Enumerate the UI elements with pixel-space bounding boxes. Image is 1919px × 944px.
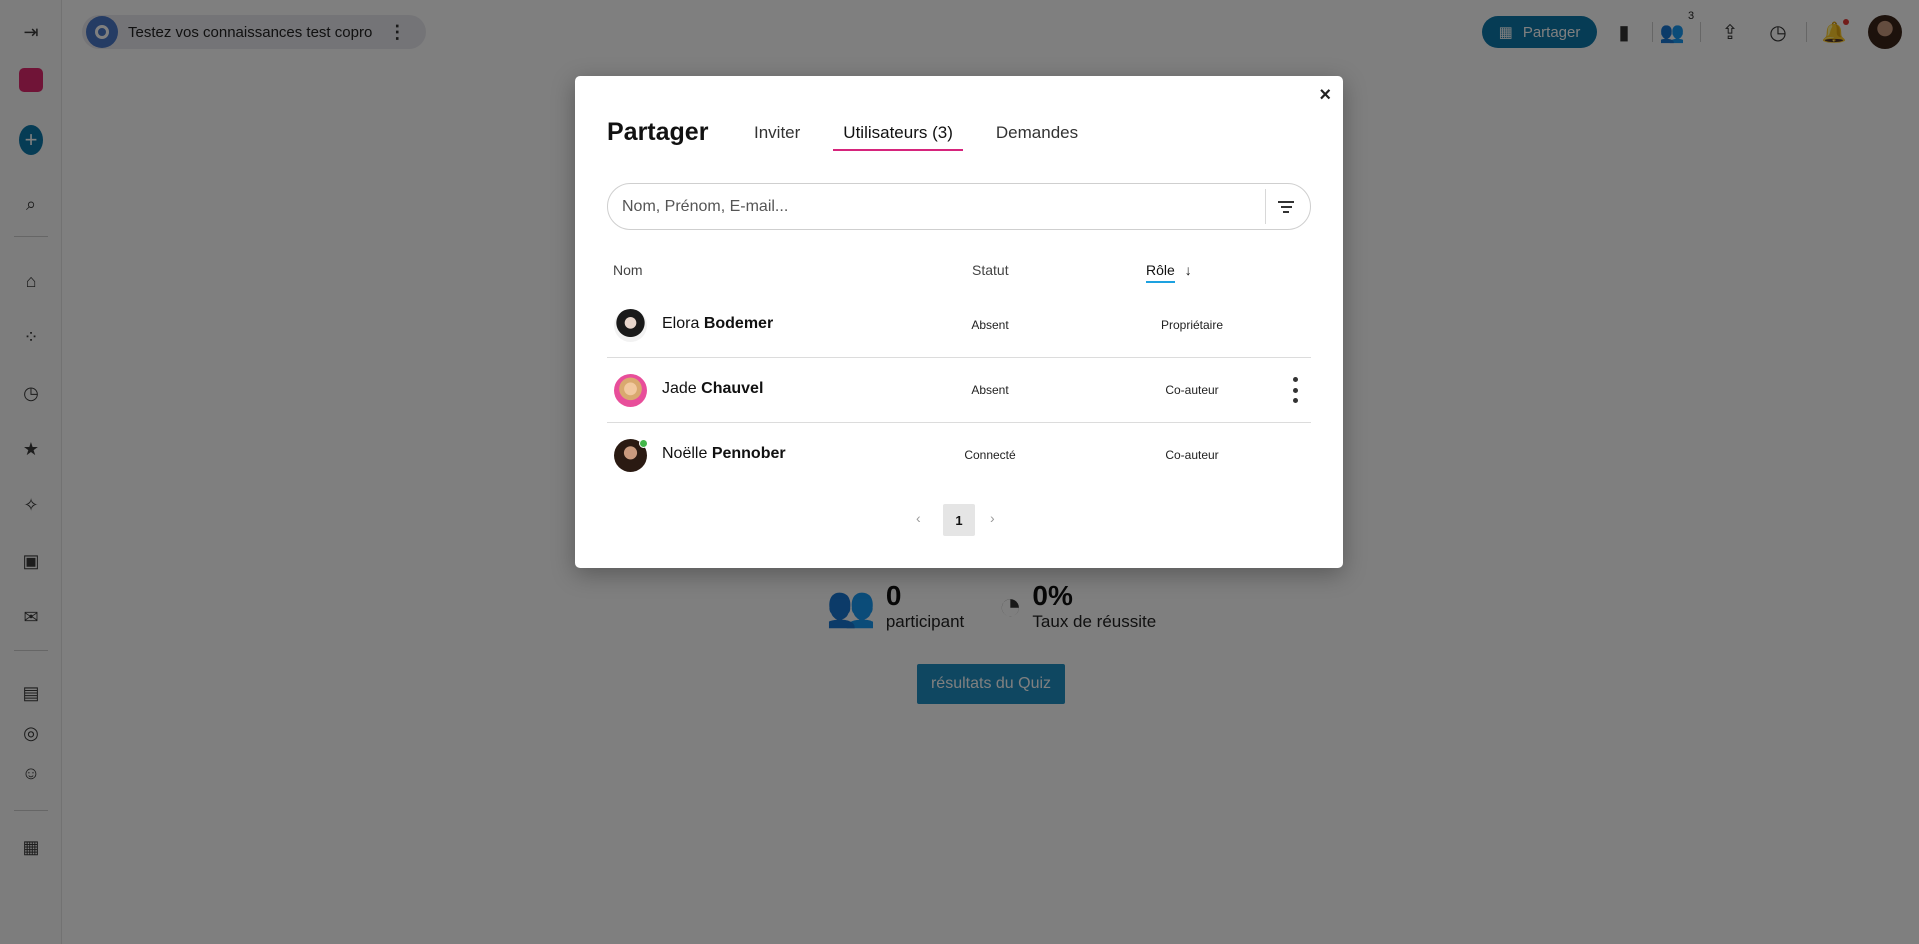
user-name: Jade Chauvel bbox=[662, 380, 764, 397]
online-status-dot bbox=[639, 439, 648, 448]
share-dialog: × Partager Inviter Utilisateurs (3) Dema… bbox=[575, 76, 1343, 568]
close-icon[interactable]: × bbox=[1319, 84, 1331, 107]
user-name: Elora Bodemer bbox=[662, 315, 774, 332]
dialog-title: Partager bbox=[607, 118, 709, 146]
more-options-icon[interactable] bbox=[1288, 377, 1302, 403]
avatar bbox=[614, 309, 647, 342]
pagination: ‹ 1 › bbox=[575, 504, 1343, 536]
user-role: Co-auteur bbox=[1165, 383, 1219, 397]
column-header-name[interactable]: Nom bbox=[613, 262, 643, 278]
user-name: Noëlle Pennober bbox=[662, 445, 786, 462]
column-header-status[interactable]: Statut bbox=[972, 262, 1009, 278]
previous-page-icon[interactable]: ‹ bbox=[916, 510, 921, 526]
column-header-role[interactable]: Rôle ↓ bbox=[1146, 262, 1192, 278]
filter-icon[interactable] bbox=[1274, 195, 1298, 219]
user-role: Co-auteur bbox=[1165, 448, 1219, 462]
tab-invite[interactable]: Inviter bbox=[744, 123, 810, 151]
sort-indicator bbox=[1146, 281, 1175, 283]
user-status: Absent bbox=[971, 383, 1009, 397]
sort-arrow-down-icon: ↓ bbox=[1184, 262, 1192, 278]
user-row[interactable]: Jade Chauvel Absent Co-auteur bbox=[607, 358, 1311, 423]
current-page[interactable]: 1 bbox=[943, 504, 975, 536]
tab-users[interactable]: Utilisateurs (3) bbox=[833, 123, 963, 151]
user-row[interactable]: Elora Bodemer Absent Propriétaire bbox=[607, 293, 1311, 358]
avatar bbox=[614, 374, 647, 407]
tab-requests[interactable]: Demandes bbox=[986, 123, 1088, 151]
column-header-role-label: Rôle bbox=[1146, 262, 1175, 278]
user-role: Propriétaire bbox=[1160, 318, 1224, 332]
user-row[interactable]: Noëlle Pennober Connecté Co-auteur bbox=[607, 423, 1311, 488]
user-status: Absent bbox=[971, 318, 1009, 332]
share-tabs: Inviter Utilisateurs (3) Demandes bbox=[744, 123, 1111, 151]
next-page-icon[interactable]: › bbox=[990, 510, 995, 526]
user-status: Connecté bbox=[964, 448, 1016, 462]
search-input[interactable] bbox=[622, 184, 1222, 229]
user-search bbox=[607, 183, 1311, 230]
